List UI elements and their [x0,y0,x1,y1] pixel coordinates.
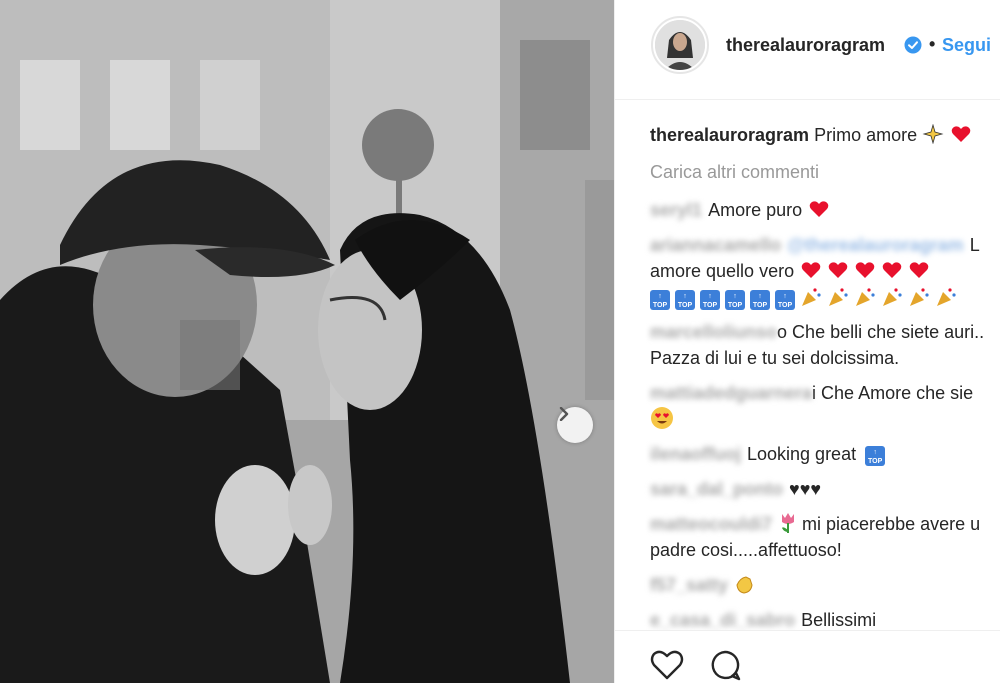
comment-item: e_casa_di_sabro Bellissimi [650,607,876,630]
comment-item: sara_dal_ponto ♥♥♥ [650,476,821,502]
caption: therealauroragram Primo amore [650,123,971,146]
comment-text: padre cosi.....affettuoso! [650,540,842,560]
tulip-icon [782,513,795,533]
top-arrow-icon: ↑ TOP [725,290,745,310]
caption-username[interactable]: therealauroragram [650,125,809,145]
top-arrow-icon: ↑ TOP [865,446,886,466]
comment-item: ilenaoffuoj Looking great ↑ TOP [650,441,890,467]
comment-text: mi piacerebbe avere u [802,514,981,534]
red-heart-icon [801,262,821,278]
comment-text: amore quello vero [650,261,795,281]
post-header: therealauroragram • Segui [615,0,1000,100]
emoji-row [650,406,674,432]
comment-item: seryl1 Amore puro [650,197,829,223]
header-separator: • [929,34,936,54]
next-photo-button[interactable] [557,407,593,443]
avatar-image [655,20,705,70]
party-popper-icon [937,288,956,306]
party-popper-icon [910,288,929,306]
party-popper-icon [856,288,875,306]
comment-text: ♥♥♥ [789,479,822,499]
top-arrow-icon: ↑ TOP [650,290,670,310]
comment-text: Looking great [747,444,857,464]
emoji-row: ↑ TOP↑ TOP↑ TOP↑ TOP↑ TOP↑ TOP [650,285,962,311]
comment-username[interactable]: matteocouldi7 [650,511,772,537]
party-popper-icon [883,288,902,306]
comments-list: therealauroragram Primo amore Carica alt… [615,100,1000,630]
comment-username[interactable]: e_casa_di_sabro [650,607,795,630]
comment-username[interactable]: marcelloliunso [650,319,777,345]
photo-illustration [0,0,614,683]
party-popper-icon [829,288,848,306]
comment-item-continued: Pazza di lui e tu sei dolcissima. [650,345,899,371]
comment-text: Pazza di lui e tu sei dolcissima. [650,348,900,368]
red-heart-icon [855,262,875,278]
comment-text: o Che belli che siete auri.. [777,322,985,342]
comment-item: marcelloliunsoo Che belli che siete auri… [650,319,984,345]
comment-text: Amore puro [708,200,803,220]
comment-username[interactable]: ariannacamello [650,232,781,258]
post-side-panel: therealauroragram • Segui therealaurorag… [614,0,1000,683]
comment-mention[interactable]: @therealauroragram [787,232,964,258]
top-arrow-icon: ↑ TOP [700,290,720,310]
header-username[interactable]: therealauroragram [726,35,885,56]
comment-item-continued: amore quello vero [650,258,929,284]
comment-item-continued: padre cosi.....affettuoso! [650,537,842,563]
comment-username[interactable]: ilenaoffuoj [650,441,741,467]
top-arrow-icon: ↑ TOP [675,290,695,310]
comment-item: ariannacamello @therealauroragram L [650,232,980,258]
comment-text: i Che Amore che sie [812,383,974,403]
load-more-comments-link[interactable]: Carica altri commenti [650,162,819,183]
profile-avatar[interactable] [651,16,709,74]
comment-username[interactable]: mattiadedguarnera [650,380,812,406]
clapping-hand-icon [736,576,753,594]
comment-username[interactable]: f57_satty [650,572,728,598]
comment-text: L [969,235,980,255]
comment-username[interactable]: sara_dal_ponto [650,476,783,502]
verified-badge-icon [904,36,922,54]
post-actions-bar [615,630,1000,683]
chevron-right-icon [559,407,569,421]
red-heart-icon [828,262,848,278]
comment-item: f57_satty [650,572,756,598]
caption-text: Primo amore [814,125,918,145]
red-heart-icon [909,262,929,278]
comment-username[interactable]: seryl1 [650,197,702,223]
top-arrow-icon: ↑ TOP [775,290,795,310]
red-heart-icon [882,262,902,278]
comment-item: mattiadedguarnerai Che Amore che sie [650,380,973,406]
heart-eyes-emoji-icon [651,407,673,429]
red-heart-icon [809,201,829,217]
sparkles-icon [922,123,944,145]
follow-button[interactable]: Segui [942,35,991,56]
heart-outline-icon[interactable] [650,649,684,681]
party-popper-icon [802,288,821,306]
comment-bubble-icon[interactable] [709,649,741,681]
red-heart-icon [951,126,971,142]
comment-text: Bellissimi [801,610,877,630]
top-arrow-icon: ↑ TOP [750,290,770,310]
comment-item: matteocouldi7 mi piacerebbe avere u [650,511,980,537]
post-photo [0,0,614,683]
